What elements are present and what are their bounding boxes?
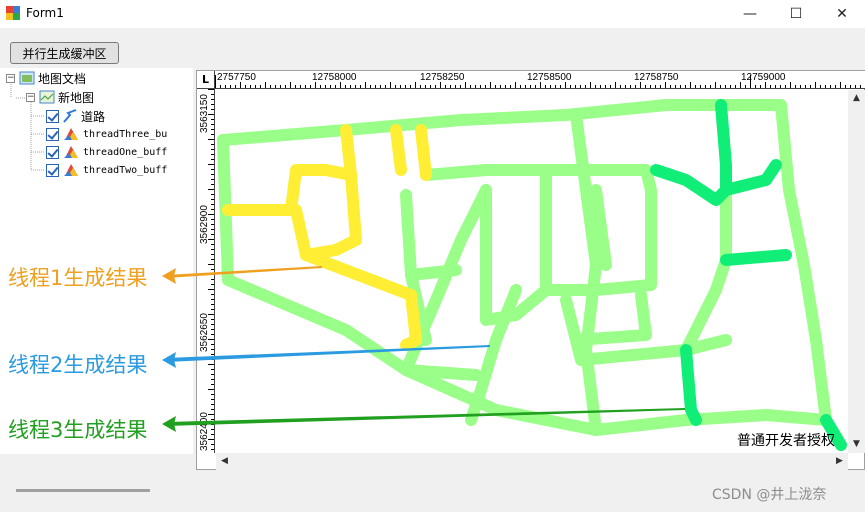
annotation-thread2: 线程2生成结果 [8, 353, 148, 377]
collapse-icon[interactable]: − [6, 73, 15, 83]
left-ruler: 3563150 3562900 3562650 3562400 [197, 89, 215, 453]
x-tick-label: 12758000 [312, 72, 357, 83]
x-tick-label: 12758250 [420, 72, 465, 83]
tree-hscroll-thumb[interactable] [16, 489, 150, 492]
scroll-down-icon[interactable]: ▼ [848, 436, 865, 453]
road-buffer-map[interactable] [216, 90, 848, 453]
scroll-right-icon[interactable]: ▶ [831, 453, 848, 470]
left-ruler-ticks [208, 89, 214, 450]
y-tick-label: 3562900 [199, 205, 210, 244]
map-control[interactable]: L 2757750 12758000 12758250 12758500 127… [196, 70, 865, 470]
y-tick-label: 3562400 [199, 412, 210, 451]
x-tick-label: 12758750 [634, 72, 679, 83]
layer-visibility-checkbox[interactable] [46, 145, 59, 159]
map-canvas[interactable] [216, 90, 848, 453]
close-button[interactable]: ✕ [819, 0, 865, 28]
csdn-watermark: CSDN @井上泷奈 [712, 487, 827, 503]
layer-thread-one[interactable]: threadOne_buff [46, 143, 167, 161]
collapse-icon[interactable]: − [26, 92, 35, 102]
map-document-icon [19, 71, 35, 85]
layer-thread-three[interactable]: threadThree_bu [46, 125, 167, 143]
y-tick-label: 3562650 [199, 313, 210, 352]
layer-label: threadTwo_buff [83, 164, 168, 176]
polygon-layer-icon [64, 164, 78, 176]
scroll-up-icon[interactable]: ▲ [848, 90, 865, 107]
polyline-layer-icon [63, 109, 77, 123]
window-title: Form1 [26, 6, 64, 20]
layer-thread-two[interactable]: threadTwo_buff [46, 161, 167, 179]
app-icon [6, 6, 20, 20]
map-horizontal-scrollbar[interactable]: ◀ ▶ [216, 453, 848, 470]
thread1-buffer-layer [222, 124, 432, 351]
x-tick-label: 2757750 [217, 72, 256, 83]
polygon-layer-icon [64, 146, 78, 158]
layer-visibility-checkbox[interactable] [46, 163, 59, 177]
generate-buffer-button[interactable]: 并行生成缓冲区 [10, 42, 119, 64]
map-vertical-scrollbar[interactable]: ▲ ▼ [848, 90, 865, 453]
x-tick-label: 12758500 [527, 72, 572, 83]
map-label: 新地图 [58, 90, 95, 105]
layer-label: 道路 [81, 109, 106, 124]
map-document-label: 地图文档 [38, 71, 87, 86]
top-ruler: 2757750 12758000 12758250 12758500 12758… [215, 71, 865, 89]
tree-node-map[interactable]: − 新地图 [26, 88, 94, 106]
thread2-buffer-layer [217, 99, 832, 436]
scroll-left-icon[interactable]: ◀ [216, 453, 233, 470]
layer-visibility-checkbox[interactable] [46, 127, 59, 141]
tree-node-map-document[interactable]: − 地图文档 [6, 69, 86, 87]
layer-visibility-checkbox[interactable] [46, 109, 59, 123]
maximize-button[interactable]: ☐ [773, 0, 819, 28]
thread3-buffer-layer [650, 99, 847, 451]
title-bar: Form1 — ☐ ✕ [0, 0, 865, 28]
layer-label: threadThree_bu [83, 128, 168, 140]
x-tick-label: 12759000 [741, 72, 786, 83]
layer-roads[interactable]: 道路 [46, 107, 105, 125]
polygon-layer-icon [64, 128, 78, 140]
layer-label: threadOne_buff [83, 146, 168, 158]
ruler-corner[interactable]: L [197, 71, 215, 89]
map-icon [39, 90, 55, 104]
annotation-thread3: 线程3生成结果 [8, 418, 148, 442]
annotation-thread1: 线程1生成结果 [8, 266, 148, 290]
minimize-button[interactable]: — [727, 0, 773, 28]
toc-tree[interactable]: − 地图文档 − 新地图 道路 threadThree_bu threadOne… [0, 68, 193, 492]
license-text: 普通开发者授权 [737, 433, 835, 449]
y-tick-label: 3563150 [199, 94, 210, 133]
